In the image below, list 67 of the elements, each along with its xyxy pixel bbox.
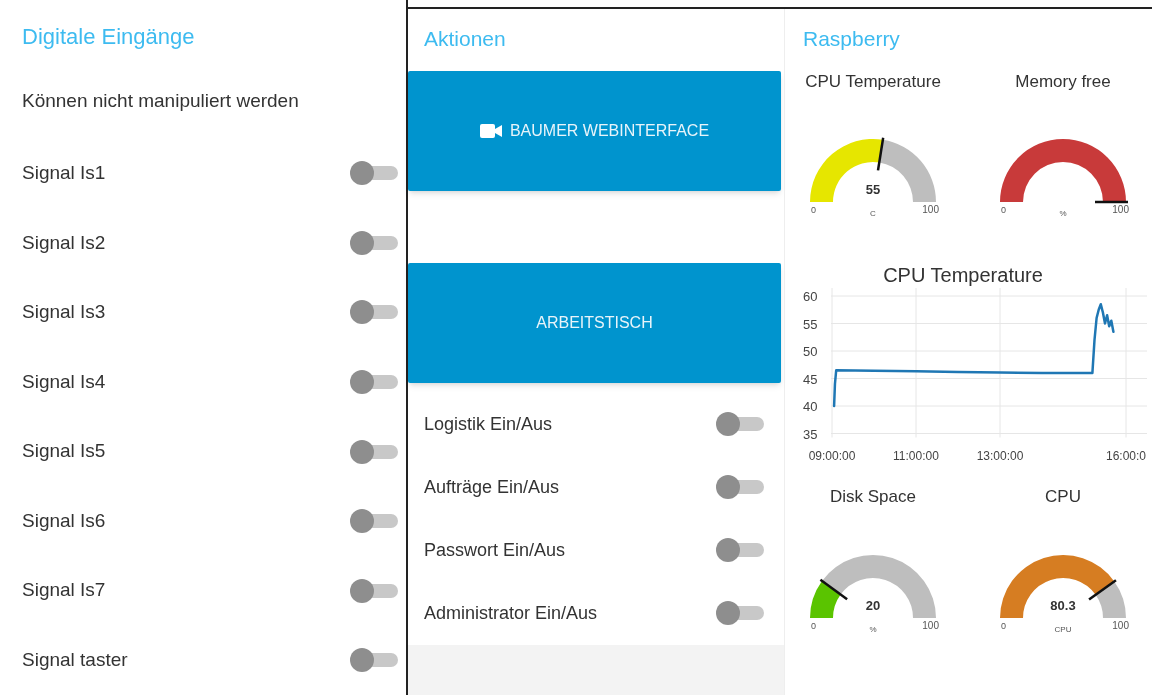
x-tick-label: 09:00:00 <box>808 448 856 463</box>
y-tick-label: 45 <box>803 371 818 387</box>
y-tick-label: 60 <box>803 289 818 304</box>
gauge-min: 0 <box>811 619 816 633</box>
gauge-min: 0 <box>1001 204 1006 217</box>
chart-title: CPU Temperature <box>883 264 1043 286</box>
camera-icon <box>479 123 502 138</box>
signal-label: Signal Is5 <box>22 439 106 464</box>
toggle-switch[interactable] <box>350 161 398 186</box>
y-tick-label: 55 <box>803 316 818 332</box>
gauge-track <box>1095 580 1126 618</box>
x-tick-label: 11:00:00 <box>893 448 939 463</box>
x-tick-label: 16:00:0 <box>1106 448 1146 463</box>
gauge-value: 20 <box>865 596 881 615</box>
gauge-needle <box>819 578 848 600</box>
y-tick-label: 40 <box>803 399 818 414</box>
panel-title: Aktionen <box>424 26 507 52</box>
gauge-unit: % <box>1059 208 1067 220</box>
action-button[interactable]: BAUMER WEBINTERFACE <box>408 70 781 191</box>
toggle-switch[interactable] <box>350 300 398 325</box>
toggle-switch[interactable] <box>350 369 398 394</box>
gauge-max: 100 <box>1112 618 1129 633</box>
gauge-max: 100 <box>1112 203 1129 217</box>
toggle-switch[interactable] <box>350 648 398 673</box>
gauge-min: 0 <box>811 204 816 217</box>
gauge-needle <box>876 137 885 171</box>
switch-label: Aufträge Ein/Aus <box>424 475 560 499</box>
toggle-switch[interactable] <box>350 230 398 255</box>
gauge-title: CPU Temperature <box>805 70 941 93</box>
gauge-min: 0 <box>1001 619 1006 633</box>
toggle-switch[interactable] <box>716 412 764 436</box>
gauge-needle <box>1088 578 1117 600</box>
x-tick-label: 13:00:00 <box>976 448 1024 463</box>
toggle-switch[interactable] <box>716 475 764 499</box>
panel-title: Digitale Eingänge <box>22 23 196 51</box>
gauge-max: 100 <box>922 203 939 217</box>
gauge-value: 55 <box>865 181 881 199</box>
signal-label: Signal Is4 <box>22 369 106 394</box>
toggle-switch[interactable] <box>350 509 398 534</box>
y-tick-label: 35 <box>803 426 818 442</box>
switch-label: Administrator Ein/Aus <box>424 601 598 625</box>
signal-label: Signal Is1 <box>22 161 106 186</box>
panel-subtitle: Können nicht manipuliert werden <box>22 89 300 113</box>
y-tick-label: 50 <box>803 344 818 359</box>
switch-label: Passwort Ein/Aus <box>424 538 566 562</box>
toggle-switch[interactable] <box>716 601 764 625</box>
signal-label: Signal Is3 <box>22 300 106 325</box>
action-button[interactable]: ARBEITSTISCH <box>408 262 781 383</box>
gauge-title: Memory free <box>1015 70 1111 93</box>
gauge-title: CPU <box>1045 486 1081 508</box>
toggle-switch[interactable] <box>716 538 764 562</box>
switch-label: Logistik Ein/Aus <box>424 412 553 436</box>
gauge-unit: % <box>869 623 877 636</box>
gauge-title: Disk Space <box>830 486 916 508</box>
gauge-unit: CPU <box>1054 623 1072 636</box>
signal-label: Signal Is7 <box>22 578 106 603</box>
gauge-track <box>879 139 936 202</box>
gauge-needle <box>1095 200 1128 204</box>
gauge-max: 100 <box>922 618 939 633</box>
toggle-switch[interactable] <box>350 439 398 464</box>
signal-label: Signal taster <box>22 647 128 672</box>
signal-label: Signal Is2 <box>22 230 106 255</box>
gauge-unit: C <box>870 208 876 220</box>
signal-label: Signal Is6 <box>22 508 106 533</box>
panel-title: Raspberry <box>803 26 901 52</box>
toggle-switch[interactable] <box>350 578 398 603</box>
gauge-value: 80.3 <box>1050 596 1076 615</box>
